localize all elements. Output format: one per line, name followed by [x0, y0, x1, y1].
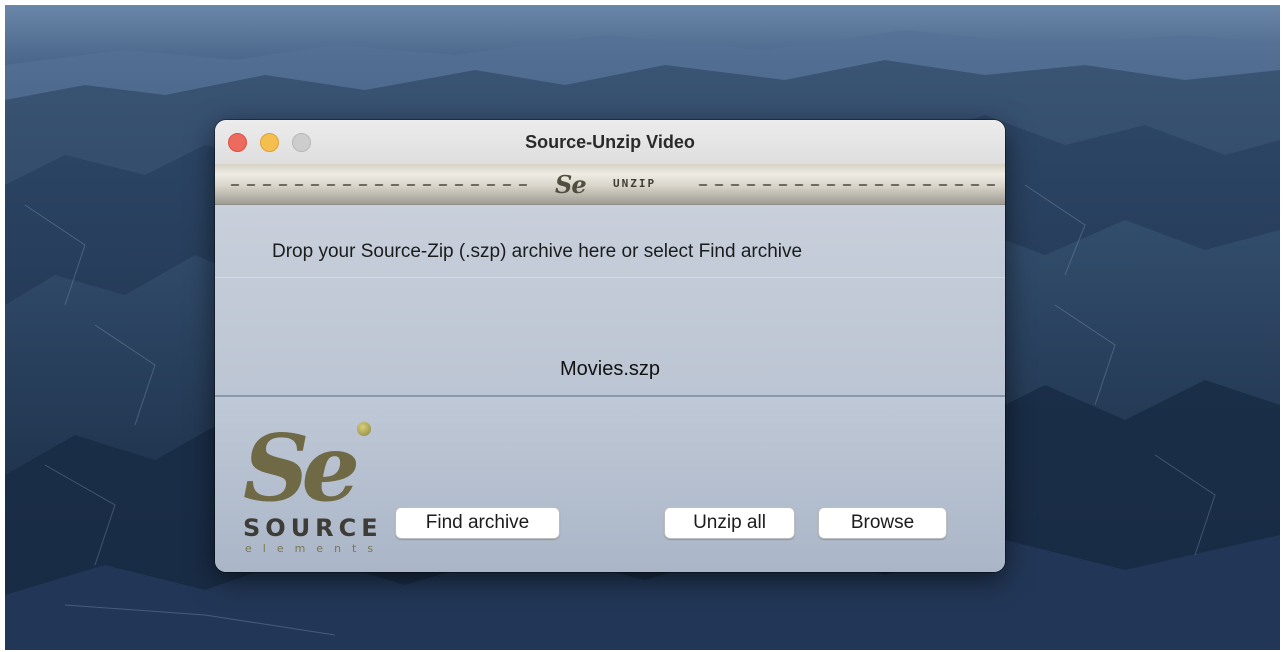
source-unzip-window: Source-Unzip Video Se UNZIP Drop your So… [215, 120, 1005, 572]
unzip-all-button[interactable]: Unzip all [664, 507, 795, 539]
logo-dot [357, 422, 371, 436]
drop-instruction-text: Drop your Source-Zip (.szp) archive here… [272, 241, 803, 262]
logo-wordmark: SOURCE [243, 514, 383, 542]
brand-bar-dots-right [695, 184, 995, 186]
brand-logo-mark: Se [555, 170, 587, 199]
archive-drop-zone[interactable]: Drop your Source-Zip (.szp) archive here… [215, 205, 1005, 397]
selected-archive-name: Movies.szp [559, 358, 661, 380]
logo-se-mark: Se [243, 414, 360, 522]
find-archive-button[interactable]: Find archive [395, 507, 560, 539]
brand-bar-dots-left [227, 184, 527, 186]
window-titlebar[interactable]: Source-Unzip Video [215, 120, 1005, 165]
window-title: Source-Unzip Video [525, 132, 695, 152]
window-footer: Se SOURCE elements Find archive Unzip al… [215, 397, 1005, 572]
drop-area-divider [215, 277, 1005, 278]
brand-app-tag: UNZIP [613, 177, 657, 190]
source-elements-logo: Se SOURCE elements [243, 418, 385, 557]
logo-subword: elements [245, 542, 385, 555]
browse-button[interactable]: Browse [818, 507, 947, 539]
brand-bar: Se UNZIP [215, 164, 1005, 205]
